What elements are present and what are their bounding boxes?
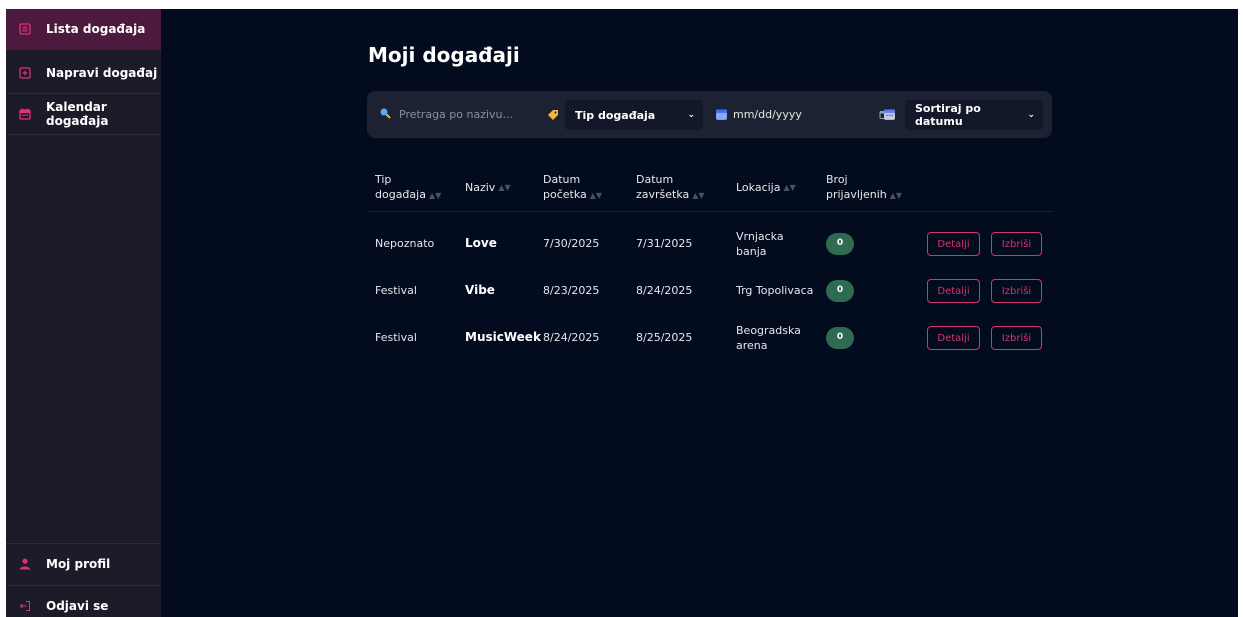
cell-count: 0 bbox=[826, 220, 854, 267]
delete-button[interactable]: Izbriši bbox=[991, 279, 1042, 303]
event-type-select[interactable]: Tip događaja ⌄ bbox=[565, 100, 703, 130]
sort-select[interactable]: Sortiraj po datumu ⌄ bbox=[905, 100, 1043, 130]
cell-count: 0 bbox=[826, 267, 854, 314]
cell-type: Festival bbox=[375, 331, 417, 344]
plus-square-icon bbox=[19, 67, 31, 79]
cell-name: Love bbox=[465, 236, 497, 250]
cell-location: Trg Topolivaca bbox=[736, 284, 814, 297]
cell-end-date: 8/25/2025 bbox=[636, 331, 693, 344]
sort-icon: ▲▼ bbox=[498, 183, 511, 192]
event-type-select-value: Tip događaja bbox=[575, 108, 656, 122]
cell-end-date: 7/31/2025 bbox=[636, 237, 693, 250]
cell-start-date: 8/23/2025 bbox=[543, 284, 600, 297]
delete-button[interactable]: Izbriši bbox=[991, 232, 1042, 256]
column-header-name[interactable]: Naziv ▲▼ bbox=[465, 164, 511, 211]
user-icon bbox=[19, 558, 31, 570]
date-input[interactable]: mm/dd/yyyy bbox=[733, 91, 903, 138]
cell-type: Nepoznato bbox=[375, 237, 435, 250]
table-row: Festival MusicWeek 8/24/2025 8/25/2025 B… bbox=[367, 314, 1052, 361]
calendar-icon bbox=[883, 91, 896, 138]
sort-icon: ▲▼ bbox=[692, 191, 705, 200]
details-button[interactable]: Detalji bbox=[927, 232, 980, 256]
column-header-end-date[interactable]: Datum završetka ▲▼ bbox=[636, 164, 705, 211]
sort-select-value: Sortiraj po datumu bbox=[915, 102, 981, 128]
sort-icon: ▲▼ bbox=[428, 191, 442, 200]
search-input[interactable]: Pretraga po nazivu... bbox=[379, 91, 549, 138]
details-button[interactable]: Detalji bbox=[927, 326, 980, 350]
search-icon bbox=[379, 107, 391, 122]
list-icon bbox=[19, 23, 31, 35]
sidebar-item-label: Lista događaja bbox=[46, 22, 146, 36]
app-window: Lista događaja Napravi događaj Kalendar … bbox=[6, 9, 1238, 617]
sidebar-item-label: Napravi događaj bbox=[46, 66, 158, 80]
count-badge: 0 bbox=[826, 279, 854, 302]
chevron-down-icon: ⌄ bbox=[687, 110, 695, 120]
header-divider bbox=[367, 211, 1052, 212]
column-header-type[interactable]: Tip događaja ▲▼ bbox=[375, 164, 441, 211]
page-title: Moji događaji bbox=[368, 43, 520, 67]
column-header-location[interactable]: Lokacija ▲▼ bbox=[736, 164, 796, 211]
calendar-icon bbox=[715, 91, 728, 138]
date-input-placeholder: mm/dd/yyyy bbox=[733, 108, 802, 121]
filter-bar: Pretraga po nazivu... Tip događaja ⌄ mm/… bbox=[367, 91, 1052, 138]
column-header-count[interactable]: Broj prijavljenih ▲▼ bbox=[826, 164, 902, 211]
search-placeholder: Pretraga po nazivu... bbox=[399, 108, 514, 121]
sort-icon: ▲▼ bbox=[589, 191, 603, 200]
cell-start-date: 7/30/2025 bbox=[543, 237, 600, 250]
cell-count: 0 bbox=[826, 314, 854, 361]
logout-icon bbox=[19, 600, 31, 612]
cell-name: Vibe bbox=[465, 283, 495, 297]
sort-icon: ▲▼ bbox=[783, 183, 796, 192]
sidebar-item-kalendar-dogadjaja[interactable]: Kalendar događaja bbox=[6, 94, 161, 135]
sidebar-item-label: Odjavi se bbox=[46, 599, 109, 613]
sidebar-item-moj-profil[interactable]: Moj profil bbox=[6, 543, 161, 584]
table-row: Nepoznato Love 7/30/2025 7/31/2025 Vrnja… bbox=[367, 220, 1052, 267]
count-badge: 0 bbox=[826, 326, 854, 349]
cell-location: Vrnjacka banja bbox=[736, 229, 784, 258]
chevron-down-icon: ⌄ bbox=[1027, 110, 1035, 120]
sidebar-item-label: Kalendar događaja bbox=[46, 100, 109, 128]
cell-end-date: 8/24/2025 bbox=[636, 284, 693, 297]
details-button[interactable]: Detalji bbox=[927, 279, 980, 303]
sidebar-item-label: Moj profil bbox=[46, 557, 111, 571]
tag-icon bbox=[547, 91, 559, 138]
calendar-icon bbox=[19, 108, 31, 120]
column-header-start-date[interactable]: Datum početka ▲▼ bbox=[543, 164, 602, 211]
cell-location: Beogradska arena bbox=[736, 323, 801, 352]
sort-icon: ▲▼ bbox=[889, 191, 903, 200]
sidebar-item-napravi-dogadjaj[interactable]: Napravi događaj bbox=[6, 53, 161, 94]
cell-type: Festival bbox=[375, 284, 417, 297]
cell-name: MusicWeek bbox=[465, 330, 541, 344]
delete-button[interactable]: Izbriši bbox=[991, 326, 1042, 350]
table-row: Festival Vibe 8/23/2025 8/24/2025 Trg To… bbox=[367, 267, 1052, 314]
count-badge: 0 bbox=[826, 232, 854, 255]
sidebar-item-odjavi-se[interactable]: Odjavi se bbox=[6, 585, 161, 617]
cell-start-date: 8/24/2025 bbox=[543, 331, 600, 344]
sidebar-item-lista-dogadjaja[interactable]: Lista događaja bbox=[6, 9, 161, 50]
sidebar: Lista događaja Napravi događaj Kalendar … bbox=[6, 9, 161, 617]
